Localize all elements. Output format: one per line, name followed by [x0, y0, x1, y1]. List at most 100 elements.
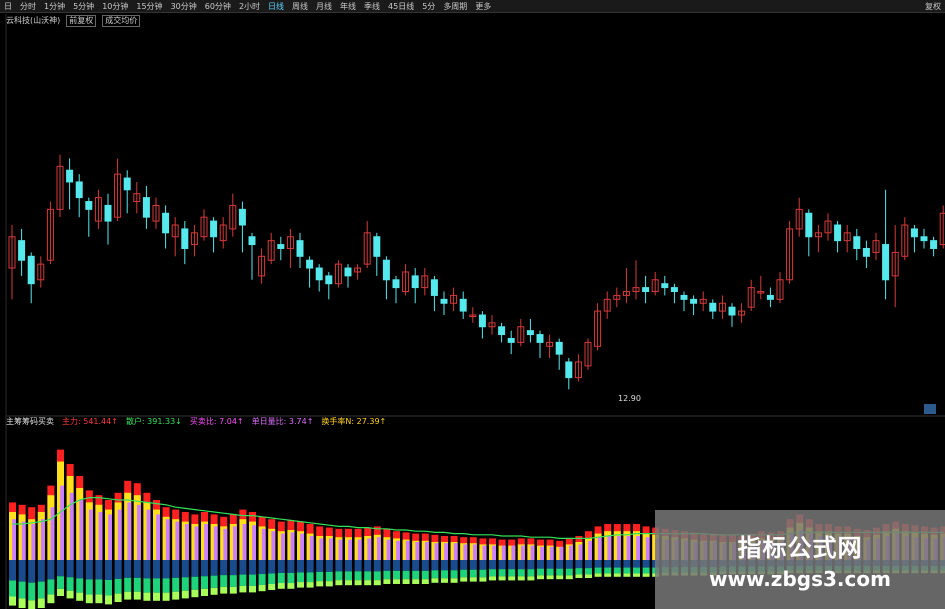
bar-neg-blue	[345, 560, 352, 572]
bar-neg-lime	[133, 591, 141, 600]
bar-neg-lime	[47, 594, 55, 604]
bar-violet	[12, 519, 16, 560]
candle-body	[277, 244, 285, 249]
bar-violet	[280, 533, 285, 560]
bar-neg-lime	[85, 594, 93, 604]
bar-neg-green	[383, 570, 391, 580]
bar-neg-blue	[393, 560, 400, 571]
sanhu-value: 散户: 391.33↓	[125, 417, 182, 426]
bar-violet	[309, 536, 314, 560]
candle-body	[690, 298, 698, 304]
bar-violet	[568, 545, 573, 560]
bar-neg-lime	[594, 573, 602, 577]
bar-violet	[597, 537, 602, 560]
bar-neg-blue	[306, 560, 314, 573]
candle-body	[805, 212, 813, 238]
candle-body	[296, 240, 304, 257]
bar-neg-lime	[162, 592, 170, 601]
bar-neg-blue	[441, 560, 448, 571]
bar-neg-lime	[383, 579, 391, 584]
bar-violet	[60, 485, 64, 560]
bar-violet	[31, 524, 36, 560]
bar-violet	[424, 542, 429, 560]
bar-neg-blue	[575, 560, 583, 569]
bar-neg-blue	[220, 560, 228, 576]
bar-neg-green	[66, 577, 74, 591]
bar-neg-lime	[18, 598, 26, 608]
bar-neg-lime	[287, 583, 295, 589]
bar-neg-lime	[316, 581, 324, 587]
bar-neg-green	[479, 569, 487, 578]
bar-neg-green	[460, 569, 468, 578]
bar-violet	[136, 504, 141, 560]
bar-violet	[453, 543, 458, 560]
candle-body	[392, 279, 400, 289]
candle-body	[882, 244, 890, 281]
bar-neg-lime	[306, 582, 314, 588]
bar-violet	[194, 526, 199, 560]
bar-neg-blue	[431, 560, 439, 571]
bar-neg-green	[431, 570, 439, 579]
bar-neg-blue	[249, 560, 256, 575]
watermark-title: 指标公式网	[737, 534, 863, 562]
candle-body	[910, 228, 918, 238]
huanshou-value: 换手率N: 27.39↑	[321, 417, 387, 426]
bar-neg-blue	[37, 560, 45, 582]
bar-neg-blue	[85, 560, 93, 580]
bar-neg-blue	[181, 560, 189, 578]
bar-neg-lime	[191, 589, 199, 598]
bar-neg-lime	[57, 588, 64, 596]
bar-violet	[540, 546, 544, 560]
bar-neg-lime	[249, 585, 256, 593]
bar-neg-green	[76, 578, 84, 593]
candle-body	[766, 294, 774, 300]
bar-neg-blue	[287, 560, 295, 573]
bar-violet	[607, 536, 612, 560]
bar-neg-green	[364, 571, 372, 581]
bar-neg-green	[37, 581, 45, 599]
bar-neg-lime	[441, 578, 448, 583]
candle-body	[670, 287, 678, 293]
bar-neg-green	[210, 575, 218, 588]
bar-neg-green	[556, 568, 564, 576]
bar-neg-green	[85, 579, 93, 595]
bar-violet	[501, 545, 506, 560]
candle-body	[238, 208, 246, 226]
candle-body	[306, 259, 314, 269]
bar-neg-blue	[421, 560, 429, 571]
candle-body	[680, 294, 688, 300]
indicator-name[interactable]: 主筹筹码买卖	[6, 416, 54, 428]
bar-neg-blue	[201, 560, 208, 577]
bar-neg-lime	[623, 573, 631, 577]
bar-neg-lime	[114, 593, 122, 602]
bar-neg-lime	[421, 579, 429, 584]
bar-violet	[117, 509, 122, 560]
bar-neg-lime	[508, 576, 516, 581]
scroll-thumb[interactable]	[924, 404, 936, 414]
bar-neg-blue	[642, 560, 650, 568]
bar-neg-green	[642, 567, 650, 574]
bar-violet	[108, 514, 112, 560]
bar-violet	[559, 546, 564, 560]
zhuli-value: 主力: 541.44↑	[62, 417, 118, 426]
bar-neg-green	[498, 569, 506, 577]
bar-neg-blue	[527, 560, 535, 570]
bar-neg-lime	[479, 577, 487, 582]
bar-neg-green	[9, 580, 16, 597]
bar-neg-blue	[450, 560, 458, 571]
bar-neg-green	[373, 571, 381, 581]
candle-body	[939, 212, 945, 246]
bar-neg-blue	[57, 560, 64, 577]
bar-neg-blue	[239, 560, 247, 575]
bar-violet	[645, 537, 650, 560]
bar-neg-green	[133, 577, 141, 592]
candle-body	[555, 341, 563, 355]
bar-neg-green	[402, 570, 410, 580]
bar-neg-blue	[556, 560, 564, 569]
bar-neg-lime	[76, 592, 84, 601]
bar-neg-lime	[105, 595, 112, 605]
bar-neg-lime	[517, 576, 525, 581]
bar-violet	[204, 524, 208, 560]
candle-body	[930, 240, 938, 249]
candle-body	[526, 330, 534, 336]
